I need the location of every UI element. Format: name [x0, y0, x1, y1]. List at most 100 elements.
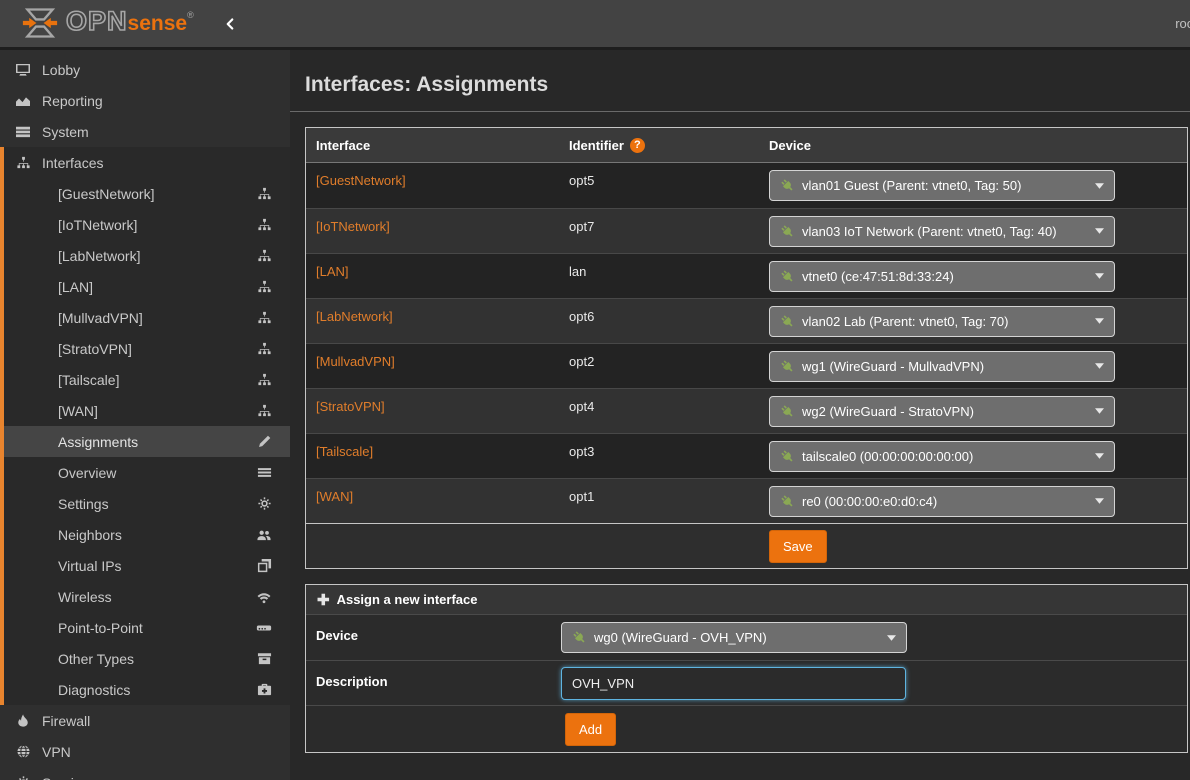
caret-down-icon [887, 635, 896, 641]
sidebar-item-lobby[interactable]: Lobby [0, 54, 290, 85]
chevron-left-icon [224, 17, 236, 31]
identifier-value: opt1 [559, 479, 759, 523]
interface-link[interactable]: [IoTNetwork] [316, 219, 390, 234]
device-select[interactable]: vtnet0 (ce:47:51:8d:33:24) [769, 261, 1115, 292]
sitemap-icon [255, 248, 273, 263]
sidebar-item-settings[interactable]: Settings [4, 488, 290, 519]
sidebar-item-vpn[interactable]: VPN [0, 736, 290, 767]
sidebar-item-label: Firewall [42, 713, 90, 729]
sidebar-item-virtual-ips[interactable]: Virtual IPs [4, 550, 290, 581]
sidebar-section-vpn: VPN [0, 736, 290, 767]
assignments-table-panel: Interface Identifier? Device [GuestNetwo… [305, 127, 1188, 569]
sidebar-item-interfaces[interactable]: Interfaces [4, 147, 290, 178]
assignment-row: [WAN] opt1 re0 (00:00:00:e0:d0:c4) [306, 478, 1187, 523]
sidebar-item-diagnostics[interactable]: Diagnostics [4, 674, 290, 705]
device-select[interactable]: wg1 (WireGuard - MullvadVPN) [769, 351, 1115, 382]
caret-down-icon [1095, 498, 1104, 504]
interface-link[interactable]: [StratoVPN] [316, 399, 385, 414]
globe-icon [14, 744, 32, 759]
sidebar-item-overview[interactable]: Overview [4, 457, 290, 488]
sidebar-item-label: Assignments [58, 434, 255, 450]
clone-icon [255, 558, 273, 573]
identifier-value: opt5 [559, 163, 759, 208]
assign-new-interface-header: ✚ Assign a new interface [306, 585, 1187, 615]
sidebar-item-firewall[interactable]: Firewall [0, 705, 290, 736]
sidebar-item-neighbors[interactable]: Neighbors [4, 519, 290, 550]
gear-icon [14, 775, 32, 780]
sidebar-item-label: Settings [58, 496, 255, 512]
assign-new-interface-panel: ✚ Assign a new interface Device wg0 (Wir… [305, 584, 1188, 753]
wifi-icon [255, 590, 273, 604]
plug-icon [780, 224, 795, 239]
sidebar-item-iotnetwork[interactable]: [IoTNetwork] [4, 209, 290, 240]
interface-link[interactable]: [LAN] [316, 264, 349, 279]
interface-link[interactable]: [MullvadVPN] [316, 354, 395, 369]
interface-link[interactable]: [Tailscale] [316, 444, 373, 459]
interface-link[interactable]: [WAN] [316, 489, 353, 504]
identifier-value: opt3 [559, 434, 759, 478]
brand-sense-text: sense [128, 4, 188, 44]
sitemap-icon [255, 279, 273, 294]
sidebar-item-lan[interactable]: [LAN] [4, 271, 290, 302]
users-icon [255, 527, 273, 542]
sidebar-item-services[interactable]: Services [0, 767, 290, 780]
device-label: Device [306, 615, 561, 643]
sidebar-item-reporting[interactable]: Reporting [0, 85, 290, 116]
add-row: Add [306, 705, 1187, 752]
opnsense-logo[interactable]: OPNsense® [22, 4, 194, 44]
sidebar-item-stratovpn[interactable]: [StratoVPN] [4, 333, 290, 364]
assignment-row: [MullvadVPN]opt2wg1 (WireGuard - Mullvad… [306, 343, 1187, 388]
sidebar-item-system[interactable]: System [0, 116, 290, 147]
device-select[interactable]: wg0 (WireGuard - OVH_VPN) [561, 622, 907, 653]
sidebar-item-guestnetwork[interactable]: [GuestNetwork] [4, 178, 290, 209]
interface-link[interactable]: [LabNetwork] [316, 309, 393, 324]
sidebar-item-label: Point-to-Point [58, 620, 255, 636]
sidebar-item-wireless[interactable]: Wireless [4, 581, 290, 612]
sidebar-item-label: Reporting [42, 93, 103, 109]
plug-icon [572, 630, 587, 645]
sidebar-item-label: System [42, 124, 89, 140]
sidebar-item-label: Overview [58, 465, 255, 481]
sitemap-icon [14, 155, 32, 170]
device-select[interactable]: vlan01 Guest (Parent: vtnet0, Tag: 50) [769, 170, 1115, 201]
sidebar-item-tailscale[interactable]: [Tailscale] [4, 364, 290, 395]
sidebar-item-assignments[interactable]: Assignments [4, 426, 290, 457]
plug-icon [780, 494, 795, 509]
description-input[interactable] [561, 667, 906, 700]
help-icon[interactable]: ? [630, 138, 645, 153]
device-select[interactable]: vlan02 Lab (Parent: vtnet0, Tag: 70) [769, 306, 1115, 337]
device-select-value: vlan02 Lab (Parent: vtnet0, Tag: 70) [802, 314, 1095, 329]
page-title: Interfaces: Assignments [290, 50, 1190, 112]
interface-link[interactable]: [GuestNetwork] [316, 173, 406, 188]
assignment-row: [Tailscale] opt3 tailscale0 (00:00:00:00:0… [306, 433, 1187, 478]
assignments-table-header: Interface Identifier? Device [306, 128, 1187, 163]
sidebar-item-mullvadvpn[interactable]: [MullvadVPN] [4, 302, 290, 333]
sidebar-item-wan[interactable]: [WAN] [4, 395, 290, 426]
identifier-value: opt4 [559, 389, 759, 433]
add-button[interactable]: Add [565, 713, 616, 746]
device-select[interactable]: wg2 (WireGuard - StratoVPN) [769, 396, 1115, 427]
sidebar-item-other-types[interactable]: Other Types [4, 643, 290, 674]
sidebar-item-label: Neighbors [58, 527, 255, 543]
device-select[interactable]: re0 (00:00:00:e0:d0:c4) [769, 486, 1115, 517]
caret-down-icon [1095, 228, 1104, 234]
caret-down-icon [1095, 183, 1104, 189]
save-button[interactable]: Save [769, 530, 827, 563]
identifier-value: lan [559, 254, 759, 298]
device-select[interactable]: vlan03 IoT Network (Parent: vtnet0, Tag:… [769, 216, 1115, 247]
sidebar-section-firewall: Firewall [0, 705, 290, 736]
gears-icon [255, 496, 273, 511]
sidebar-nav: Lobby Reporting System Interfaces[GuestNetw… [0, 50, 290, 780]
device-select-value: vlan01 Guest (Parent: vtnet0, Tag: 50) [802, 178, 1095, 193]
sidebar-item-labnetwork[interactable]: [LabNetwork] [4, 240, 290, 271]
assignment-row: [StratoVPN] opt4 wg2 (WireGuard - StratoVP… [306, 388, 1187, 433]
sidebar-item-point-to-point[interactable]: Point-to-Point [4, 612, 290, 643]
sidebar-collapse-button[interactable] [224, 17, 236, 31]
monitor-icon [14, 62, 32, 78]
device-select[interactable]: tailscale0 (00:00:00:00:00:00) [769, 441, 1115, 472]
sitemap-icon [255, 372, 273, 387]
new-description-row: Description [306, 660, 1187, 705]
plug-icon [780, 178, 795, 193]
sidebar-item-label: [MullvadVPN] [58, 310, 255, 326]
plug-icon [780, 449, 795, 464]
